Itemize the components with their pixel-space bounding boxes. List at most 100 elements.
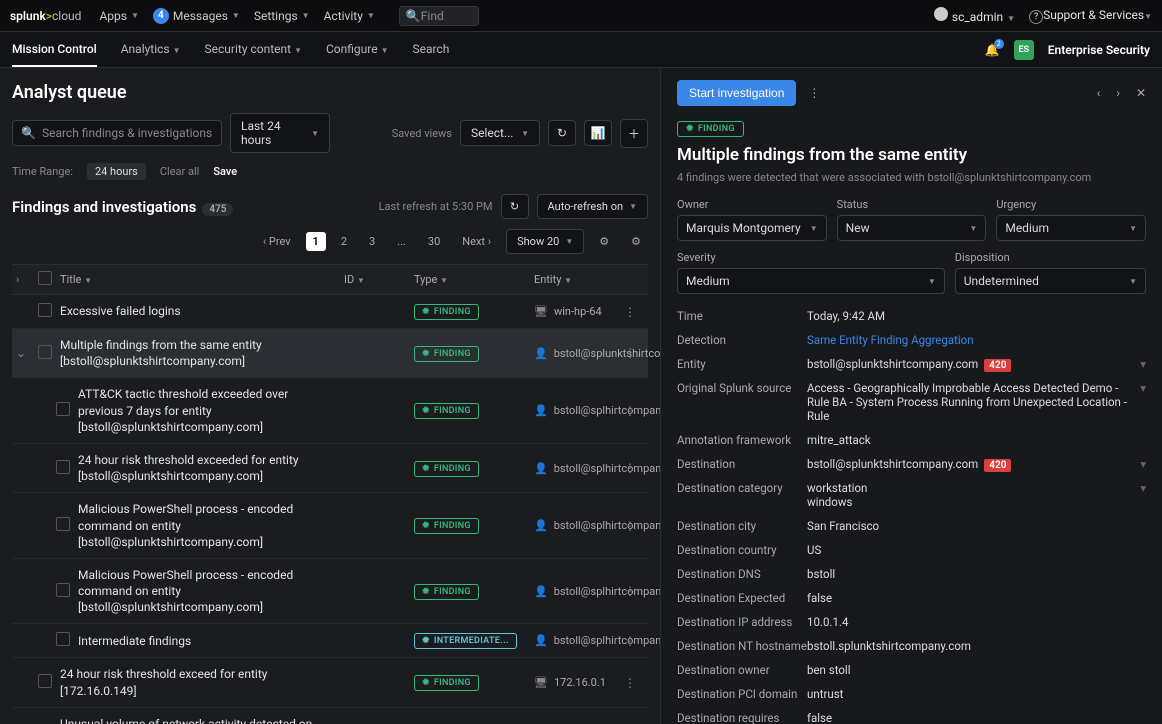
row-title: Excessive failed logins (60, 303, 344, 319)
settings-button[interactable]: ⚙ (624, 232, 648, 251)
user-menu[interactable]: sc_admin▼ (934, 7, 1015, 24)
expand-value-icon[interactable]: ▾ (1140, 481, 1146, 495)
col-type[interactable]: Type ▼ (414, 273, 534, 286)
owner-label: Owner (677, 198, 827, 211)
expand-row-icon[interactable]: ⌄ (16, 346, 26, 360)
row-entity: 👤bstoll@splhirtcompan (534, 585, 624, 598)
row-checkbox[interactable] (56, 632, 70, 646)
table-row[interactable]: Excessive failed logins✹FINDING🖥win-hp-6… (12, 295, 648, 329)
time-range-pill[interactable]: 24 hours (87, 163, 146, 180)
expand-value-icon[interactable]: ▾ (1140, 381, 1146, 395)
expand-value-icon[interactable]: ▾ (1140, 457, 1146, 471)
finding-icon: ✹ (422, 406, 430, 416)
table-row[interactable]: ATT&CK tactic threshold exceeded over pr… (12, 378, 648, 444)
user-icon: 👤 (534, 634, 548, 647)
row-more-menu[interactable]: ⋮ (624, 584, 636, 598)
table-row[interactable]: Malicious PowerShell process - encoded c… (12, 493, 648, 559)
status-select[interactable]: New▼ (837, 215, 987, 241)
row-more-menu[interactable]: ⋮ (624, 305, 636, 319)
prev-page[interactable]: ‹ Prev (256, 232, 298, 251)
row-checkbox[interactable] (56, 402, 70, 416)
menu-messages[interactable]: 4Messages▼ (153, 8, 240, 24)
tab-analytics[interactable]: Analytics ▼ (121, 33, 181, 67)
time-range-label: Time Range: (12, 165, 73, 178)
kv-key: Destination IP address (677, 615, 807, 629)
expand-all[interactable]: › (16, 273, 19, 286)
chart-button[interactable]: 📊 (584, 120, 612, 146)
col-id[interactable]: ID ▼ (344, 273, 414, 286)
tab-mission-control[interactable]: Mission Control (12, 33, 97, 67)
save-link[interactable]: Save (213, 165, 237, 178)
row-more-menu[interactable]: ⋮ (624, 519, 636, 533)
row-more-menu[interactable]: ⋮ (624, 346, 636, 360)
kv-value: workstation windows (807, 481, 1136, 509)
menu-settings[interactable]: Settings▼ (254, 9, 310, 23)
page-3[interactable]: 3 (362, 232, 382, 251)
page-1[interactable]: 1 (306, 232, 326, 251)
table-row[interactable]: Intermediate findings✹INTERMEDIATE...👤bs… (12, 624, 648, 658)
gear-icon: ⚙ (631, 235, 641, 248)
urgency-select[interactable]: Medium▼ (996, 215, 1146, 241)
filter-button[interactable]: ⚙ (592, 232, 616, 251)
page-ellipsis: ... (390, 232, 413, 251)
table-row[interactable]: 24 hour risk threshold exceeded for enti… (12, 444, 648, 493)
table-row[interactable]: ›Unusual volume of network activity dete… (12, 708, 648, 724)
row-checkbox[interactable] (38, 345, 52, 359)
timerange-button[interactable]: Last 24 hours▼ (230, 113, 330, 153)
kv-key: Detection (677, 333, 807, 347)
search-input[interactable]: 🔍 Search findings & investigations (12, 120, 222, 146)
notifications-button[interactable]: 🔔 2 (985, 43, 1000, 57)
count-pill: 475 (202, 203, 233, 216)
start-investigation-button[interactable]: Start investigation (677, 80, 796, 106)
menu-apps[interactable]: Apps▼ (99, 9, 138, 23)
next-page[interactable]: Next › (455, 232, 498, 251)
autorefresh-select[interactable]: Auto-refresh on ▼ (537, 194, 648, 219)
kv-key: Time (677, 309, 807, 323)
support-menu[interactable]: ?Support & Services▼ (1029, 8, 1152, 24)
tab-configure[interactable]: Configure ▼ (326, 33, 389, 67)
global-search[interactable]: 🔍 Find (399, 6, 479, 26)
owner-select[interactable]: Marquis Montgomery▼ (677, 215, 827, 241)
page-30[interactable]: 30 (421, 232, 447, 251)
saved-views-select[interactable]: Select...▼ (460, 120, 540, 146)
prev-detail-button[interactable]: ‹ (1097, 86, 1101, 100)
row-checkbox[interactable] (56, 460, 70, 474)
detail-kv-row: DetectionSame Entity Finding Aggregation (677, 328, 1146, 352)
tab-security-content[interactable]: Security content ▼ (205, 33, 302, 67)
kv-key: Destination city (677, 519, 807, 533)
expand-value-icon[interactable]: ▾ (1140, 357, 1146, 371)
severity-select[interactable]: Medium▼ (677, 268, 945, 294)
col-title[interactable]: Title ▼ (60, 273, 344, 286)
row-checkbox[interactable] (56, 517, 70, 531)
close-detail-button[interactable]: ✕ (1136, 86, 1146, 100)
select-all-checkbox[interactable] (38, 271, 52, 285)
user-icon: 👤 (534, 519, 548, 532)
page-2[interactable]: 2 (334, 232, 354, 251)
menu-activity[interactable]: Activity▼ (324, 9, 375, 23)
more-menu[interactable]: ⋮ (808, 86, 820, 100)
next-detail-button[interactable]: › (1116, 86, 1120, 100)
kv-value: bstoll.splunktshirtcompany.com (807, 639, 1146, 653)
add-button[interactable]: ＋ (620, 119, 648, 148)
row-checkbox[interactable] (38, 674, 52, 688)
row-checkbox[interactable] (38, 303, 52, 317)
refresh-button[interactable]: ↻ (548, 120, 576, 146)
row-more-menu[interactable]: ⋮ (624, 404, 636, 418)
table-row[interactable]: ⌄Multiple findings from the same entity … (12, 329, 648, 378)
clear-all-link[interactable]: Clear all (160, 165, 199, 178)
row-checkbox[interactable] (56, 583, 70, 597)
row-more-menu[interactable]: ⋮ (624, 461, 636, 475)
detail-kv-row: Original Splunk sourceAccess - Geographi… (677, 376, 1146, 428)
detail-kv-row: Destination countryUS (677, 538, 1146, 562)
page-size-select[interactable]: Show 20 ▼ (506, 229, 584, 254)
row-more-menu[interactable]: ⋮ (624, 634, 636, 648)
table-row[interactable]: 24 hour risk threshold exceed for entity… (12, 658, 648, 707)
col-entity[interactable]: Entity ▼ (534, 273, 624, 286)
row-more-menu[interactable]: ⋮ (624, 676, 636, 690)
refresh-now-button[interactable]: ↻ (501, 194, 529, 219)
top-menu: Apps▼ 4Messages▼ Settings▼ Activity▼ 🔍 F… (99, 6, 478, 26)
disposition-select[interactable]: Undetermined▼ (955, 268, 1146, 294)
table-row[interactable]: Malicious PowerShell process - encoded c… (12, 559, 648, 625)
tab-search[interactable]: Search (413, 33, 450, 67)
row-type-badge: ✹INTERMEDIATE... (414, 633, 517, 649)
